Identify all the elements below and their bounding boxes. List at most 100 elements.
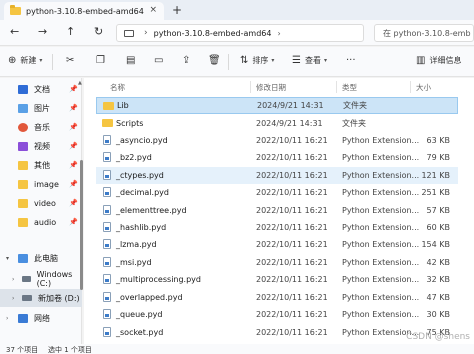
file-size: 154 KB (421, 240, 450, 249)
file-date: 2022/10/11 16:21 (256, 328, 328, 337)
table-row[interactable]: _overlapped.pyd 2022/10/11 16:21 Python … (96, 289, 458, 306)
file-size: 57 KB (426, 206, 450, 215)
history-button[interactable]: ↻ (94, 25, 103, 38)
file-type: Python Extension... (342, 223, 420, 232)
sidebar-item-image[interactable]: image 📌 (0, 175, 82, 193)
python-file-icon (103, 135, 111, 145)
rename-button[interactable]: ▭ (154, 55, 163, 66)
view-button[interactable]: ☰ 查看 ▾ (292, 55, 327, 66)
chevron-right-icon[interactable]: › (12, 295, 14, 302)
copy-button[interactable]: ❐ (96, 55, 105, 66)
table-row[interactable]: _msi.pyd 2022/10/11 16:21 Python Extensi… (96, 254, 458, 271)
paste-button[interactable]: ▤ (126, 55, 135, 66)
sidebar-item-audio[interactable]: audio 📌 (0, 213, 82, 231)
sidebar-item-music[interactable]: 音乐 📌 (0, 118, 82, 136)
drive-icon (22, 295, 32, 301)
sidebar-item-drive-d[interactable]: › 新加卷 (D:) (0, 289, 82, 307)
plus-icon: ⊕ (8, 55, 17, 66)
chevron-down-icon: ▾ (323, 57, 327, 64)
file-type: Python Extension... (342, 275, 420, 284)
view-icon: ☰ (292, 55, 301, 66)
delete-button[interactable]: 🗑 (208, 55, 221, 66)
up-button[interactable]: ↑ (66, 25, 75, 38)
table-row[interactable]: _bz2.pyd 2022/10/11 16:21 Python Extensi… (96, 149, 458, 166)
back-button[interactable]: ← (10, 25, 19, 38)
file-type: Python Extension... (342, 188, 420, 197)
file-size: 32 KB (426, 275, 450, 284)
search-input[interactable]: 在 python-3.10.8-emb (374, 24, 474, 42)
pin-icon: 📌 (69, 85, 78, 93)
command-bar: ⊕ 新建 ▾ ✂ ❐ ▤ ▭ ⇪ 🗑 ⇅ 排序 ▾ ☰ 查看 ▾ ··· ▥ 详… (0, 47, 474, 77)
sidebar-item-network[interactable]: › 网络 (0, 309, 82, 327)
sidebar-item-drive-c[interactable]: › Windows (C:) (0, 270, 82, 288)
divider (410, 81, 411, 93)
cut-button[interactable]: ✂ (66, 55, 74, 66)
column-type[interactable]: 类型 (342, 82, 357, 93)
python-file-icon (103, 274, 111, 284)
share-button[interactable]: ⇪ (182, 55, 190, 66)
table-row[interactable]: _ctypes.pyd 2022/10/11 16:21 Python Exte… (96, 167, 458, 184)
sidebar-item-pictures[interactable]: 图片 📌 (0, 99, 82, 117)
table-row[interactable]: _asyncio.pyd 2022/10/11 16:21 Python Ext… (96, 132, 458, 149)
new-button[interactable]: ⊕ 新建 ▾ (8, 55, 42, 66)
table-row[interactable]: Lib 2024/9/21 14:31 文件夹 (96, 97, 458, 114)
table-row[interactable]: _socket.pyd 2022/10/11 16:21 Python Exte… (96, 324, 458, 341)
table-row[interactable]: _elementtree.pyd 2022/10/11 16:21 Python… (96, 202, 458, 219)
table-row[interactable]: _queue.pyd 2022/10/11 16:21 Python Exten… (96, 306, 458, 323)
folder-icon (18, 217, 28, 227)
sidebar-item-other[interactable]: 其他 📌 (0, 156, 82, 174)
sidebar-item-this-pc[interactable]: ▾ 此电脑 (0, 249, 82, 267)
file-list: 名称 修改日期 类型 大小 Lib 2024/9/21 14:31 文件夹 Sc… (84, 78, 474, 344)
python-file-icon (103, 292, 111, 302)
divider (250, 81, 251, 93)
file-date: 2022/10/11 16:21 (256, 275, 328, 284)
chevron-down-icon[interactable]: ▾ (6, 255, 9, 262)
picture-icon (18, 103, 28, 113)
file-name: Scripts (116, 119, 144, 128)
column-date[interactable]: 修改日期 (256, 82, 286, 93)
table-row[interactable]: _decimal.pyd 2022/10/11 16:21 Python Ext… (96, 184, 458, 201)
details-label: 详细信息 (429, 56, 462, 65)
pin-icon: 📌 (69, 123, 78, 131)
file-name: Lib (117, 101, 129, 110)
sort-button[interactable]: ⇅ 排序 ▾ (240, 55, 274, 66)
forward-button[interactable]: → (38, 25, 47, 38)
column-size[interactable]: 大小 (416, 82, 431, 93)
table-row[interactable]: _lzma.pyd 2022/10/11 16:21 Python Extens… (96, 236, 458, 253)
python-file-icon (103, 257, 111, 267)
file-type: Python Extension... (342, 206, 420, 215)
file-size: 79 KB (426, 153, 450, 162)
file-size: 42 KB (426, 258, 450, 267)
scroll-up-icon[interactable]: ▲ (78, 80, 82, 86)
column-header: 名称 修改日期 类型 大小 (84, 78, 474, 96)
table-row[interactable]: _multiprocessing.pyd 2022/10/11 16:21 Py… (96, 271, 458, 288)
file-name: _hashlib.pyd (116, 223, 167, 232)
file-name: _asyncio.pyd (116, 136, 168, 145)
breadcrumb-chevron-icon[interactable]: › (277, 29, 280, 38)
column-name[interactable]: 名称 (110, 82, 125, 93)
breadcrumb-folder[interactable]: python-3.10.8-embed-amd64 (154, 29, 272, 38)
sidebar-item-video[interactable]: video 📌 (0, 194, 82, 212)
tab-current-folder[interactable]: python-3.10.8-embed-amd64 × (4, 2, 164, 20)
sort-icon: ⇅ (240, 55, 249, 66)
file-date: 2022/10/11 16:21 (256, 293, 328, 302)
sidebar-scrollbar[interactable] (80, 160, 83, 290)
sidebar-item-videos[interactable]: 视频 📌 (0, 137, 82, 155)
file-date: 2022/10/11 16:21 (256, 206, 328, 215)
new-tab-button[interactable]: + (172, 3, 182, 17)
table-row[interactable]: _hashlib.pyd 2022/10/11 16:21 Python Ext… (96, 219, 458, 236)
close-tab-icon[interactable]: × (149, 5, 157, 15)
table-row[interactable]: Scripts 2024/9/21 14:31 文件夹 (96, 115, 458, 132)
details-button[interactable]: ▥ 详细信息 (416, 55, 461, 66)
sort-label: 排序 (252, 56, 269, 65)
chevron-right-icon[interactable]: › (6, 315, 8, 322)
sidebar-item-label: 新加卷 (D:) (38, 293, 80, 303)
sidebar-item-documents[interactable]: 文档 📌 (0, 80, 82, 98)
chevron-right-icon[interactable]: › (12, 276, 14, 283)
python-file-icon (103, 239, 111, 249)
file-name: _bz2.pyd (116, 153, 152, 162)
more-options-button[interactable]: ··· (346, 55, 356, 66)
path-box[interactable]: › python-3.10.8-embed-amd64 › (116, 24, 364, 42)
file-type: Python Extension... (342, 293, 420, 302)
folder-icon (103, 102, 114, 110)
